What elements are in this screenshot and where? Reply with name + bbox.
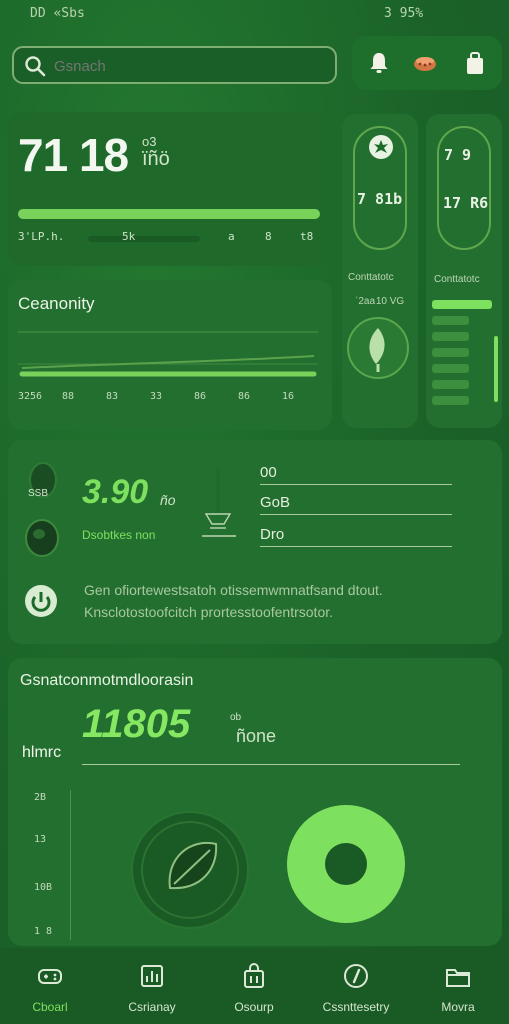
metric-footer-1: 5k	[122, 230, 136, 243]
lamp-icon	[202, 468, 236, 537]
detail-label: Dsobtkes non	[82, 528, 156, 542]
line-chart	[18, 331, 318, 377]
nav-item[interactable]: Cboarl	[0, 948, 100, 1024]
nav-label: Cssnttesetry	[322, 1000, 390, 1014]
level-scrollbar[interactable]	[494, 336, 498, 402]
chart-tick-label: 88	[62, 391, 75, 402]
bag-icon	[244, 963, 264, 988]
metric-divider	[88, 236, 200, 242]
level-bar	[432, 364, 470, 373]
side-left-label: Conttatotc	[348, 272, 394, 283]
nav-item[interactable]: Movra	[408, 948, 508, 1024]
metric-unit-small: o3	[142, 134, 157, 149]
summary-ytick-0: 2B	[34, 792, 47, 803]
metric-footer-4: t8	[300, 230, 314, 243]
donut-icon[interactable]	[286, 804, 406, 924]
detail-field-1[interactable]: GoB	[260, 494, 452, 515]
search-icon	[25, 56, 46, 77]
chart-title: Ceanonity	[18, 294, 95, 313]
chart-tick-label: 16	[282, 391, 295, 402]
chart-tick-label: 33	[150, 391, 163, 402]
side-left-value: 7 81b	[357, 190, 403, 208]
bag-icon[interactable]	[462, 50, 488, 76]
header-icon-bar	[352, 36, 502, 90]
nav-item[interactable]: Osourp	[204, 948, 304, 1024]
nav-item[interactable]: Cssnttesetry	[306, 948, 406, 1024]
summary-divider	[82, 764, 460, 765]
metric-progress-bar	[18, 209, 320, 219]
side-right-top: 7 9	[444, 146, 472, 164]
status-right: 3 95%	[384, 6, 424, 21]
level-bar	[432, 316, 470, 325]
bell-icon[interactable]	[366, 50, 392, 76]
nav-label: Movra	[441, 1000, 475, 1014]
search-input[interactable]	[54, 54, 324, 78]
side-right-label: Conttatotc	[434, 274, 480, 285]
summary-axis	[70, 790, 71, 940]
level-bar	[432, 300, 492, 309]
summary-unit-small: ob	[230, 712, 242, 723]
nav-item[interactable]: Csrianay	[102, 948, 202, 1024]
level-bar	[432, 396, 470, 405]
chart-tick-label: 86	[194, 391, 207, 402]
metric-value: 71 18	[18, 129, 129, 181]
detail-field-0[interactable]: 00	[260, 464, 452, 485]
summary-ytick-2: 10B	[34, 882, 53, 893]
chart-trend-line	[21, 355, 315, 369]
level-bar	[432, 332, 470, 341]
gamepad-icon	[38, 969, 62, 984]
level-bar	[432, 348, 470, 357]
detail-unit: ño	[160, 492, 176, 508]
level-bar	[432, 380, 470, 389]
compass-icon	[344, 964, 368, 988]
leaf-ring-icon[interactable]	[130, 808, 250, 932]
chart-tick-label: 3256	[18, 391, 43, 402]
summary-side-label: hlmrc	[22, 744, 62, 761]
detail-description-1: Knsclotostoofcitch prortesstoofentrsotor…	[84, 604, 334, 620]
power-icon[interactable]	[24, 584, 58, 618]
leaf-icon[interactable]	[346, 316, 410, 380]
search-bar[interactable]	[12, 46, 337, 84]
basket-icon[interactable]	[412, 50, 438, 76]
metric-footer-3: 8	[265, 230, 272, 243]
nav-label: Csrianay	[128, 1000, 176, 1014]
chart-tick-label: 83	[106, 391, 119, 402]
nav-label: Osourp	[234, 1000, 274, 1014]
summary-title: Gsnatconmotmdloorasin	[20, 672, 194, 689]
detail-description-0: Gen ofiortewestsatoh otissemwmnatfsand d…	[84, 582, 383, 598]
side-left-sublabel: ʿ2aa 10 ​VG	[355, 296, 405, 307]
detail-side-label: SSB	[28, 488, 49, 499]
side-pill-right[interactable]	[437, 126, 491, 250]
metric-unit: ïñö	[142, 148, 170, 170]
summary-value: 11805	[82, 702, 191, 746]
metric-progress-fill	[18, 209, 320, 219]
detail-field-2[interactable]: Dro	[260, 526, 452, 547]
stats-icon	[141, 965, 163, 987]
metric-footer-2: a	[228, 230, 235, 243]
bean-icon	[25, 519, 59, 557]
bottom-nav: Cboarl Csrianay Osourp Cssnttesetry Movra	[0, 948, 509, 1024]
nav-label: Cboarl	[32, 1000, 68, 1014]
summary-ytick-3: 1 8	[34, 926, 53, 937]
status-left: DD «Sbs	[30, 6, 85, 21]
chart-tick-label: 86	[238, 391, 251, 402]
metric-footer-0: 3'LP.h.	[18, 230, 65, 243]
folder-icon	[446, 969, 470, 987]
side-right-value: 17 R6	[443, 194, 489, 212]
detail-value: 3.90	[82, 473, 149, 511]
leaf-badge-icon	[369, 135, 393, 159]
summary-ytick-1: 13	[34, 834, 47, 845]
status-bar: DD «Sbs 3 95%	[0, 0, 509, 30]
summary-unit: ñone	[236, 726, 277, 746]
